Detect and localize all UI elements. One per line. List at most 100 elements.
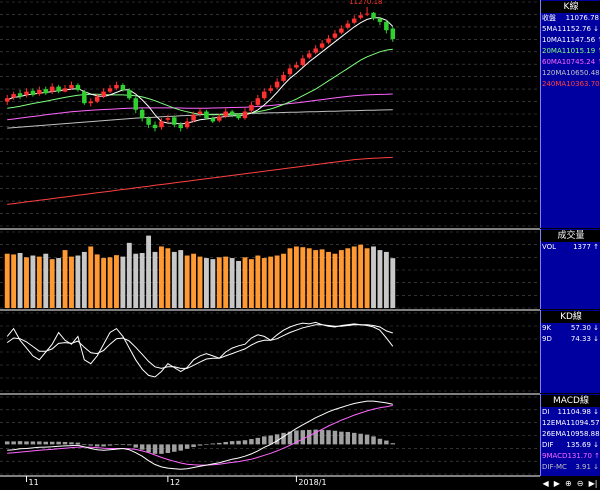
volume-bar [293, 246, 299, 308]
ma240-line [7, 156, 393, 205]
macd-oscillator-bar [217, 442, 222, 445]
k-legend-value: 10745.24 ↑ [561, 58, 600, 66]
high-price-label: 11270.18 [349, 0, 382, 6]
macd-oscillator-bar [197, 444, 203, 446]
k-panel-legend: K線 收盤 11076.78 5MA 11152.76 ↓ 10MA 11147.56 ↑… [540, 0, 600, 228]
candle-body [184, 121, 190, 128]
k-legend-row: 20MA 11015.19 ↑ [541, 46, 600, 57]
volume-bar [146, 235, 152, 308]
macd-oscillator-bar [114, 444, 119, 445]
kd-k-line [6, 321, 394, 378]
macd-oscillator-bar [152, 444, 158, 454]
k-legend-value: 10363.70 ↑ [566, 80, 600, 88]
arrow-right-icon[interactable]: ▶ [554, 479, 560, 488]
macd-legend-row: DIF 135.69 ↓ [541, 440, 600, 451]
macd-oscillator-bar [364, 434, 370, 445]
zoom-in-icon[interactable]: ⊕ [565, 479, 572, 488]
candle-body [11, 94, 16, 98]
k-panel-title: K線 [541, 1, 600, 13]
macd-oscillator-bar [326, 430, 331, 445]
macd-oscillator-bar [332, 430, 338, 445]
candle-body [17, 93, 23, 97]
volume-bar [223, 256, 229, 308]
candle-body [197, 111, 203, 114]
candle-body [351, 18, 357, 23]
macd-oscillator-bar [300, 430, 306, 445]
candle-body [223, 111, 228, 117]
x-tick-label: 2018/1 [298, 478, 327, 487]
candle-body [300, 58, 306, 66]
candle-body [49, 86, 55, 92]
macd-legend-value: 135.69 ↓ [566, 441, 599, 449]
volume-bar [383, 251, 389, 308]
macd-oscillator-bar [4, 441, 10, 445]
candle-body [262, 91, 267, 99]
candle-body [152, 124, 158, 129]
macd-oscillator-bar [120, 444, 126, 445]
candle-body [146, 118, 151, 125]
volume-bar [17, 252, 23, 308]
macd-legend-value: 3.91 ↓ [575, 463, 599, 471]
macd-oscillator-bar [107, 444, 113, 446]
volume-bar [377, 250, 383, 308]
macd-legend-row: 12EMA11094.57 ↑ [541, 418, 600, 429]
candle-body [281, 75, 286, 81]
candle-body [56, 86, 61, 92]
macd-oscillator-bar [242, 440, 248, 445]
volume-bar [306, 248, 312, 308]
volume-bar [120, 256, 126, 308]
volume-bar [197, 256, 203, 308]
macd-oscillator-bar [165, 444, 171, 453]
candle-body [204, 111, 209, 119]
macd-oscillator-bar [339, 431, 344, 445]
kd-panel-title: KD線 [541, 311, 600, 323]
volume-bar [319, 249, 325, 308]
macd-legend-row: DIF-MC 3.91 ↓ [541, 462, 600, 473]
macd-legend-label: 26EMA [542, 430, 567, 438]
volume-bar [36, 256, 42, 308]
k-legend-label: 收盤 [542, 14, 556, 22]
candle-body [274, 81, 280, 88]
macd-oscillator-bar [281, 432, 286, 445]
volume-bar [255, 255, 261, 308]
volume-bar [248, 259, 254, 308]
macd-oscillator-bar [249, 439, 254, 445]
volume-bar [351, 246, 357, 308]
macd-oscillator-bar [191, 444, 196, 448]
macd-legend-label: DIF [542, 441, 554, 449]
volume-bar [152, 251, 158, 308]
volume-bar [11, 254, 17, 308]
macd-oscillator-bar [101, 444, 106, 447]
candle-body [249, 104, 254, 111]
arrow-left-icon[interactable]: ◀ [543, 479, 549, 488]
candle-body [88, 101, 94, 104]
chart-toolbar: ◀ ▶ ⊕ ⊖ ▶| [540, 476, 600, 490]
macd-oscillator-bar [319, 429, 325, 445]
k-legend-value: 10650.48 ↑ [566, 69, 600, 77]
macd-oscillator-bar [384, 440, 389, 445]
k-legend-label: 240MA [542, 80, 567, 88]
k-legend-row: 120MA10650.48 ↑ [541, 68, 600, 79]
macd-oscillator-bar [184, 444, 190, 449]
vol-legend-label: VOL [542, 243, 557, 251]
candle-body [75, 84, 81, 90]
volume-bar [242, 257, 248, 308]
candle-body [377, 18, 383, 22]
volume-bar [358, 244, 364, 308]
volume-bar [165, 248, 171, 308]
candle-body [165, 118, 171, 120]
volume-bar [139, 252, 145, 308]
macd-oscillator-bar [390, 443, 396, 445]
candle-body [107, 88, 113, 92]
candle-body [159, 121, 164, 128]
macd-oscillator-bar [30, 441, 36, 445]
candle-body [4, 98, 10, 102]
volume-bar [371, 246, 376, 308]
scroll-end-icon[interactable]: ▶| [589, 479, 598, 488]
macd-oscillator-bar [139, 444, 145, 450]
chart-window: 11270.18 K線 收盤 11076.78 5MA 11152.76 ↓ 10MA 1… [0, 0, 600, 490]
volume-bar [313, 250, 319, 308]
candle-body [114, 84, 119, 89]
zoom-out-icon[interactable]: ⊖ [577, 479, 584, 488]
volume-bar [159, 246, 164, 308]
